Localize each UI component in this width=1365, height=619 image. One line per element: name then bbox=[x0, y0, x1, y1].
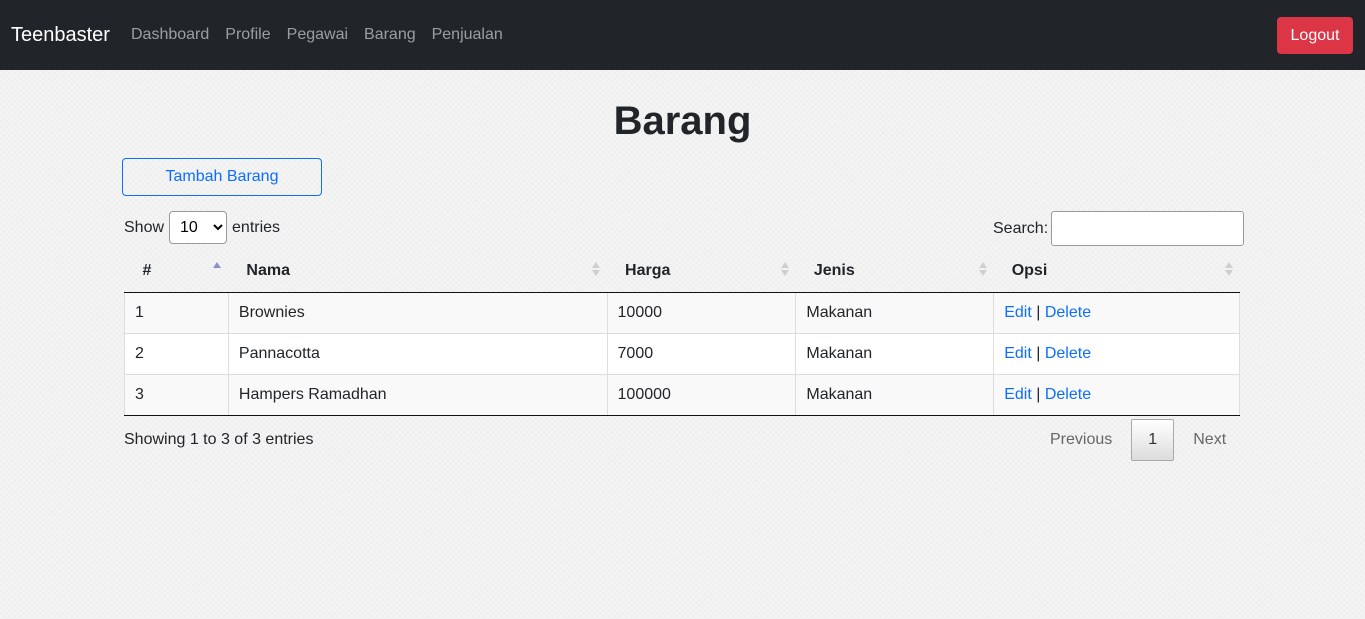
table-row: 1 Brownies 10000 Makanan Edit | Delete bbox=[124, 292, 1240, 333]
table-row: 3 Hampers Ramadhan 100000 Makanan Edit |… bbox=[124, 373, 1240, 416]
nav-link-penjualan[interactable]: Penjualan bbox=[424, 24, 511, 46]
cell-harga: 100000 bbox=[607, 373, 797, 416]
column-header-label: Jenis bbox=[813, 261, 855, 279]
column-header-nama[interactable]: Nama bbox=[228, 250, 608, 293]
edit-link[interactable]: Edit bbox=[1004, 386, 1032, 403]
cell-opsi: Edit | Delete bbox=[993, 292, 1240, 333]
cell-jenis: Makanan bbox=[795, 292, 995, 333]
cell-no: 3 bbox=[124, 373, 229, 416]
column-header-label: Nama bbox=[246, 261, 290, 279]
column-header-harga[interactable]: Harga bbox=[607, 250, 796, 293]
nav-links: Dashboard Profile Pegawai Barang Penjual… bbox=[123, 24, 511, 46]
delete-link[interactable]: Delete bbox=[1045, 345, 1091, 362]
page-1-button[interactable]: 1 bbox=[1131, 419, 1175, 461]
cell-nama: Hampers Ramadhan bbox=[228, 373, 608, 416]
brand-logo[interactable]: Teenbaster bbox=[11, 22, 110, 48]
cell-opsi: Edit | Delete bbox=[993, 332, 1240, 374]
nav-link-barang[interactable]: Barang bbox=[356, 24, 424, 46]
next-button[interactable]: Next bbox=[1179, 431, 1240, 449]
cell-harga: 10000 bbox=[607, 292, 797, 333]
cell-no: 2 bbox=[124, 332, 229, 374]
search-control: Search: bbox=[993, 211, 1245, 246]
add-barang-button[interactable]: Tambah Barang bbox=[122, 158, 322, 196]
previous-button[interactable]: Previous bbox=[1036, 431, 1126, 449]
pagination: Previous 1 Next bbox=[1036, 419, 1240, 461]
separator: | bbox=[1036, 303, 1041, 321]
column-header-label: Harga bbox=[625, 261, 671, 279]
sort-icon bbox=[978, 262, 988, 278]
nav-link-profile[interactable]: Profile bbox=[217, 24, 278, 46]
column-header-label: Opsi bbox=[1011, 261, 1048, 279]
cell-jenis: Makanan bbox=[795, 332, 995, 374]
cell-jenis: Makanan bbox=[795, 373, 995, 416]
cell-opsi: Edit | Delete bbox=[993, 373, 1240, 416]
cell-harga: 7000 bbox=[607, 332, 797, 374]
column-header-opsi[interactable]: Opsi bbox=[993, 250, 1240, 293]
sort-icon bbox=[592, 262, 601, 278]
column-header-jenis[interactable]: Jenis bbox=[795, 250, 994, 293]
page-length-control: Show 10 entries bbox=[124, 211, 280, 244]
separator: | bbox=[1036, 344, 1041, 362]
table-info: Showing 1 to 3 of 3 entries bbox=[124, 431, 314, 448]
show-label: Show bbox=[124, 218, 165, 236]
entries-label: entries bbox=[232, 218, 281, 236]
cell-nama: Pannacotta bbox=[228, 332, 608, 374]
delete-link[interactable]: Delete bbox=[1045, 304, 1091, 321]
delete-link[interactable]: Delete bbox=[1045, 386, 1091, 403]
table-row: 2 Pannacotta 7000 Makanan Edit | Delete bbox=[124, 332, 1240, 374]
edit-link[interactable]: Edit bbox=[1004, 345, 1032, 362]
nav-link-dashboard[interactable]: Dashboard bbox=[123, 24, 217, 46]
sort-ascending-icon bbox=[213, 262, 222, 278]
barang-table: # Nama Harga Jenis Opsi 1 Brownies 10000… bbox=[124, 250, 1240, 416]
cell-nama: Brownies bbox=[228, 292, 608, 333]
logout-button[interactable]: Logout bbox=[1277, 17, 1353, 54]
sort-icon bbox=[1224, 262, 1234, 278]
cell-no: 1 bbox=[124, 292, 229, 333]
edit-link[interactable]: Edit bbox=[1004, 304, 1032, 321]
column-header-label: # bbox=[142, 261, 152, 279]
column-header-no[interactable]: # bbox=[124, 250, 229, 293]
separator: | bbox=[1036, 385, 1041, 403]
sort-icon bbox=[780, 262, 790, 278]
navbar: Teenbaster Dashboard Profile Pegawai Bar… bbox=[0, 0, 1365, 70]
search-label: Search: bbox=[993, 219, 1049, 237]
nav-link-pegawai[interactable]: Pegawai bbox=[279, 24, 356, 46]
table-header-row: # Nama Harga Jenis Opsi bbox=[124, 250, 1240, 293]
page-title: Barang bbox=[613, 99, 752, 143]
page-length-select[interactable]: 10 bbox=[169, 211, 228, 244]
search-input[interactable] bbox=[1051, 211, 1245, 246]
